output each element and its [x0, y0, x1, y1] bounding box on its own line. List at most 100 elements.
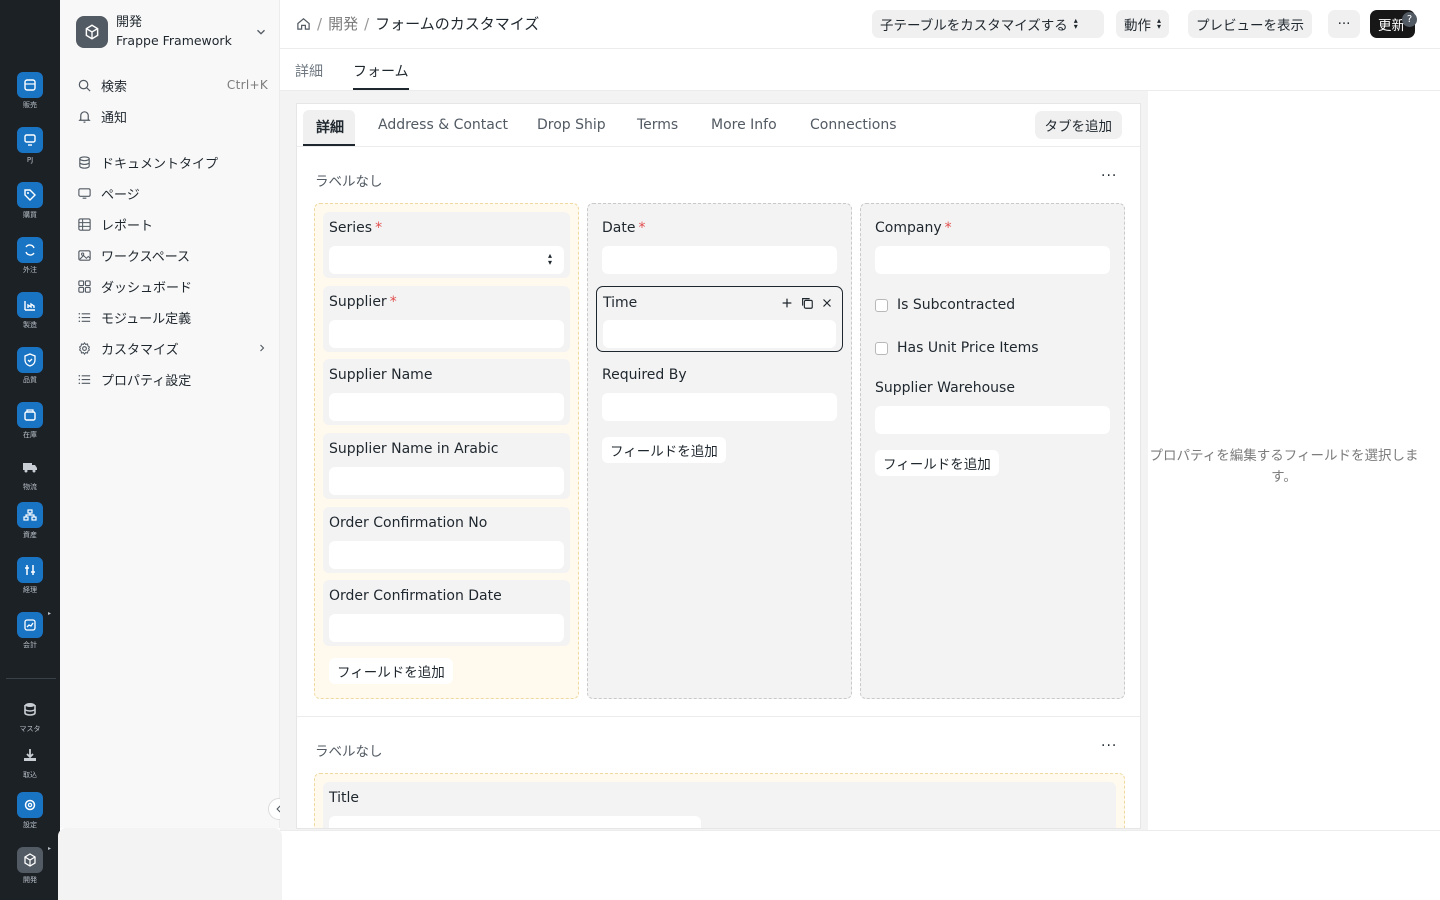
preview-button[interactable]: プレビューを表示	[1188, 10, 1312, 38]
sidebar-item-report[interactable]: レポート	[76, 212, 268, 236]
rail-item-accounting[interactable]: 経理	[0, 557, 60, 594]
text-input[interactable]	[329, 816, 701, 828]
rail-label: 在庫	[23, 431, 37, 439]
field-supplier[interactable]: Supplier *	[323, 286, 570, 352]
field-series[interactable]: Series * ▴ ▾	[323, 212, 570, 278]
section-menu-button[interactable]: ···	[1101, 168, 1117, 184]
duplicate-icon[interactable]	[800, 296, 814, 310]
field-order-confirmation-no[interactable]: Order Confirmation No	[323, 507, 570, 573]
checkbox[interactable]	[875, 298, 888, 312]
text-input[interactable]	[329, 467, 564, 495]
form-tab-details[interactable]: 詳細	[316, 117, 344, 137]
home-icon[interactable]	[296, 16, 311, 31]
time-input[interactable]	[603, 320, 836, 348]
section-label[interactable]: ラベルなし	[315, 170, 383, 190]
rail-item-develop[interactable]: 開発 ▸	[0, 845, 60, 884]
field-has-unit-price-items[interactable]: Has Unit Price Items	[875, 340, 1039, 356]
rail-label: 資産	[23, 531, 37, 539]
add-field-button[interactable]: フィールドを追加	[329, 658, 453, 684]
rail-item-settings[interactable]: 設定	[0, 792, 60, 829]
rail-item-quality[interactable]: 品質	[0, 347, 60, 384]
checkbox[interactable]	[875, 341, 888, 355]
rail-item-assets[interactable]: 資産	[0, 502, 60, 539]
add-field-button[interactable]: フィールドを追加	[602, 437, 726, 463]
form-tab-drop-ship[interactable]: Drop Ship	[537, 117, 606, 133]
form-tab-terms[interactable]: Terms	[637, 117, 678, 133]
tab-form[interactable]: フォーム	[353, 61, 409, 90]
form-column[interactable]: Date * Time Required By フィールドを追加	[587, 203, 852, 699]
rail-label: マスタ	[19, 725, 41, 733]
date-input[interactable]	[602, 393, 837, 421]
sidebar-search[interactable]: 検索 Ctrl+K	[76, 73, 268, 97]
field-label: Order Confirmation Date	[329, 588, 502, 604]
breadcrumb-parent[interactable]: 開発	[328, 13, 358, 34]
section-menu-button[interactable]: ···	[1101, 738, 1117, 754]
rail-item-sales[interactable]: 販売	[0, 72, 60, 109]
text-input[interactable]	[875, 246, 1110, 274]
sidebar-item-page[interactable]: ページ	[76, 181, 268, 205]
field-supplier-name[interactable]: Supplier Name	[323, 359, 570, 425]
update-label: 更新	[1378, 18, 1405, 34]
bell-icon	[76, 108, 92, 124]
form-column[interactable]: Series * ▴ ▾ Supplier * Supplier Name Suppl…	[314, 203, 579, 699]
topbar: / 開発 / フォームのカスタマイズ 子テーブルをカスタマイズする ▴ ▾ 動作 …	[280, 0, 1440, 49]
rail-item-manufacturing[interactable]: 製造	[0, 292, 60, 329]
date-input[interactable]	[329, 614, 564, 642]
accounting-icon	[17, 557, 43, 583]
workspace-subtitle: Frappe Framework	[116, 33, 232, 48]
text-input[interactable]	[329, 320, 564, 348]
text-input[interactable]	[329, 541, 564, 569]
select-input[interactable]: ▴ ▾	[329, 246, 564, 274]
select-arrows-icon: ▴ ▾	[547, 251, 552, 267]
field-is-subcontracted[interactable]: Is Subcontracted	[875, 297, 1015, 313]
rail-item-logistics[interactable]: 物流	[0, 454, 60, 491]
field-order-confirmation-date[interactable]: Order Confirmation Date	[323, 580, 570, 646]
form-tab-connections[interactable]: Connections	[810, 117, 897, 133]
field-supplier-name-arabic[interactable]: Supplier Name in Arabic	[323, 433, 570, 499]
sidebar-item-customize[interactable]: カスタマイズ	[76, 336, 268, 360]
field-title[interactable]: Title	[323, 782, 1116, 828]
checkbox-label: Is Subcontracted	[897, 297, 1016, 313]
field-actions	[780, 296, 834, 310]
add-tab-button[interactable]: タブを追加	[1034, 111, 1122, 139]
sidebar-item-dashboard[interactable]: ダッシュボード	[76, 274, 268, 298]
form-column[interactable]: Company * Is Subcontracted Has Unit Price…	[860, 203, 1125, 699]
date-input[interactable]	[602, 246, 837, 274]
workspace-switcher[interactable]: 開発 Frappe Framework	[76, 12, 268, 52]
rail-item-masters[interactable]: マスタ	[0, 696, 60, 733]
section-label[interactable]: ラベルなし	[315, 740, 383, 760]
field-date[interactable]: Date *	[596, 212, 843, 278]
tab-details[interactable]: 詳細	[295, 61, 323, 90]
text-input[interactable]	[329, 393, 564, 421]
form-tab-more-info[interactable]: More Info	[711, 117, 777, 133]
more-menu-button[interactable]: ···	[1328, 10, 1360, 38]
sidebar-item-doctype[interactable]: ドキュメントタイプ	[76, 150, 268, 174]
field-required-by[interactable]: Required By	[596, 359, 843, 425]
sidebar-item-property-setter[interactable]: プロパティ設定	[76, 367, 268, 391]
sidebar-item-label: ページ	[101, 187, 140, 203]
app: 販売 PJ 購買 外注 製造 品質 在庫 物流 資産 経理 会計 ▸ マスタ 取…	[0, 0, 1440, 900]
field-time-selected[interactable]: Time	[596, 286, 843, 352]
help-icon[interactable]: ?	[1402, 12, 1417, 27]
rail-item-stock[interactable]: 在庫	[0, 402, 60, 439]
sidebar-item-module-def[interactable]: モジュール定義	[76, 305, 268, 329]
rail-item-buying[interactable]: 購買	[0, 182, 60, 219]
close-icon[interactable]	[820, 296, 834, 310]
sidebar: 開発 Frappe Framework 検索 Ctrl+K 通知 ドキュメントタ…	[60, 0, 280, 828]
assets-icon	[17, 502, 43, 528]
rail-item-project[interactable]: PJ	[0, 127, 60, 164]
sidebar-item-workspace[interactable]: ワークスペース	[76, 243, 268, 267]
text-input[interactable]	[875, 406, 1110, 434]
field-company[interactable]: Company *	[869, 212, 1116, 278]
customize-child-table-button[interactable]: 子テーブルをカスタマイズする ▴ ▾	[872, 10, 1104, 38]
rail-item-finance[interactable]: 会計 ▸	[0, 610, 60, 649]
sidebar-notifications[interactable]: 通知	[76, 104, 268, 128]
form-tab-address-contact[interactable]: Address & Contact	[378, 117, 508, 133]
field-supplier-warehouse[interactable]: Supplier Warehouse	[869, 372, 1116, 438]
rail-item-import[interactable]: 取込	[0, 742, 60, 779]
form-column[interactable]: Title	[314, 773, 1125, 828]
actions-button[interactable]: 動作 ▴ ▾	[1116, 10, 1170, 38]
plus-icon[interactable]	[780, 296, 794, 310]
rail-item-subcontract[interactable]: 外注	[0, 237, 60, 274]
add-field-button[interactable]: フィールドを追加	[875, 450, 999, 476]
